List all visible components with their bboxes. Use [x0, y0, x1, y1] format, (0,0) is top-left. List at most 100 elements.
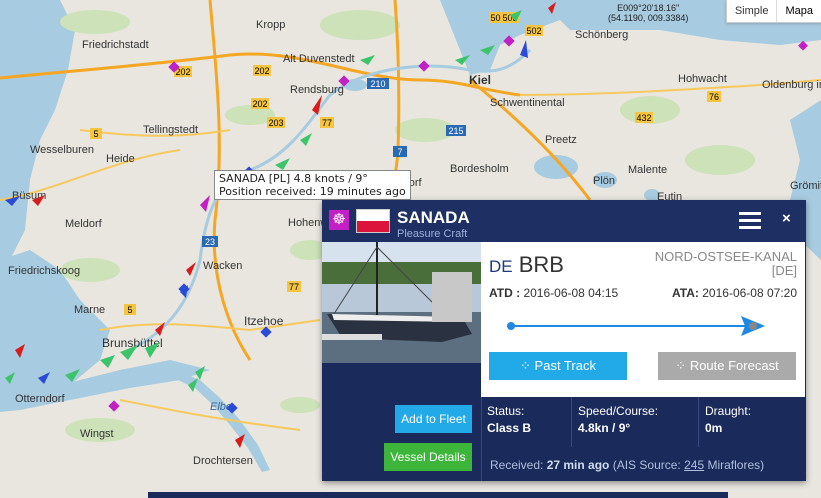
- helm-icon: ☸: [329, 210, 349, 230]
- place-label: Hohwacht: [678, 73, 727, 85]
- place-label: Preetz: [545, 134, 577, 146]
- draught-stat: Draught: 0m: [699, 397, 791, 447]
- destination-dot: [749, 322, 757, 330]
- received-prefix: Received:: [490, 458, 547, 472]
- status-value: Class B: [487, 421, 532, 435]
- ata: ATA: 2016-06-08 07:20: [672, 286, 797, 300]
- menu-icon[interactable]: [739, 212, 761, 230]
- track-icon: ⁘: [675, 358, 690, 373]
- map-type-simple[interactable]: Simple: [727, 0, 777, 22]
- tooltip-title: SANADA [PL] 4.8 knots / 9°: [219, 172, 368, 185]
- place-label: Tellingstedt: [143, 124, 198, 136]
- road-shield: 202: [251, 98, 269, 109]
- place-label: Friedrichskoog: [8, 265, 80, 277]
- road-shield: 23: [202, 236, 218, 247]
- svg-text:502: 502: [526, 26, 541, 36]
- svg-text:215: 215: [448, 126, 463, 136]
- place-label: Kropp: [256, 19, 285, 31]
- past-track-button[interactable]: ⁘ Past Track: [489, 352, 627, 380]
- destination-country: [DE]: [771, 263, 797, 278]
- destination: NORD-OSTSEE-KANAL [DE]: [655, 250, 797, 278]
- tooltip-position: Position received: 19 minutes ago: [219, 185, 406, 198]
- road-shield: 215: [446, 125, 466, 136]
- place-label: Itzehoe: [244, 314, 284, 328]
- place-label: Marne: [74, 304, 105, 316]
- origin-port-code: BRB: [518, 252, 564, 277]
- road-shield: 210: [367, 78, 389, 89]
- place-label: Plön: [593, 175, 615, 187]
- road-shield: 77: [287, 281, 301, 292]
- place-label: Alt Duvenstedt: [283, 53, 355, 65]
- svg-text:7: 7: [397, 147, 402, 157]
- svg-text:203: 203: [268, 118, 283, 128]
- origin-dot: [507, 322, 515, 330]
- bottom-bar: [148, 492, 728, 498]
- place-label: Otterndorf: [15, 393, 65, 405]
- vessel-name[interactable]: SANADA: [397, 208, 470, 228]
- map-type-map[interactable]: Mapa: [776, 0, 821, 22]
- place-label: Kiel: [469, 73, 491, 87]
- place-label: Friedrichstadt: [82, 39, 149, 51]
- received-source-prefix: (AIS Source:: [609, 458, 685, 472]
- road-shield: 5: [124, 304, 136, 315]
- place-label: Drochtersen: [193, 455, 253, 467]
- svg-text:5: 5: [93, 129, 98, 139]
- svg-text:77: 77: [322, 118, 332, 128]
- svg-text:23: 23: [205, 237, 215, 247]
- status-label: Status:: [487, 404, 525, 418]
- atd-label: ATD :: [489, 286, 521, 300]
- place-label: Wacken: [203, 260, 242, 272]
- map-type-switcher: Simple Mapa: [725, 0, 821, 23]
- road-shield: 5: [90, 128, 102, 139]
- close-icon[interactable]: ×: [782, 210, 791, 227]
- atd: ATD : 2016-06-08 04:15: [489, 286, 618, 300]
- road-shield: 202: [253, 65, 271, 76]
- speed-label: Speed/Course:: [578, 404, 659, 418]
- add-to-fleet-button[interactable]: Add to Fleet: [395, 405, 472, 433]
- road-shield: 7: [393, 146, 407, 157]
- road-shield: 502: [525, 25, 543, 36]
- vessel-tooltip: SANADA [PL] 4.8 knots / 9° Position rece…: [214, 170, 411, 200]
- received-info: Received: 27 min ago (AIS Source: 245 Mi…: [490, 458, 764, 472]
- place-label: Schönberg: [575, 29, 628, 41]
- svg-text:76: 76: [709, 92, 719, 102]
- status-stat: Status: Class B: [481, 397, 572, 447]
- speed-value: 4.8kn / 9°: [578, 421, 631, 435]
- svg-text:77: 77: [289, 282, 299, 292]
- place-label: Meldorf: [65, 218, 103, 230]
- received-value: 27 min ago: [546, 458, 610, 472]
- place-label: Grömitz: [790, 180, 821, 192]
- svg-text:202: 202: [254, 66, 269, 76]
- track-icon: ⁘: [520, 358, 535, 373]
- draught-label: Draught:: [705, 404, 752, 418]
- flag-icon: [356, 209, 390, 233]
- svg-text:5: 5: [127, 305, 132, 315]
- svg-text:432: 432: [636, 113, 651, 123]
- route-forecast-label: Route Forecast: [689, 358, 779, 373]
- vessel-type: Pleasure Craft: [397, 228, 468, 240]
- vessel-stats: Status: Class B Speed/Course: 4.8kn / 9°…: [481, 397, 805, 447]
- place-label: Wesselburen: [30, 144, 94, 156]
- received-source-suffix: Miraflores): [704, 458, 765, 472]
- svg-text:202: 202: [252, 99, 267, 109]
- ata-value: 2016-06-08 07:20: [702, 286, 797, 300]
- coord-dms: E009°20'18.16": [617, 3, 680, 13]
- road-shield: 203: [267, 117, 285, 128]
- place-label: Oldenburg in Holstein: [762, 79, 821, 91]
- vessel-popup: ☸ SANADA Pleasure Craft × DE BRB NORD-OS…: [322, 200, 806, 481]
- vessel-photo[interactable]: [322, 242, 481, 363]
- ais-source-link[interactable]: 245: [684, 458, 704, 472]
- place-label: Rendsburg: [290, 84, 344, 96]
- vessel-details-button[interactable]: Vessel Details: [384, 443, 472, 471]
- route-forecast-button[interactable]: ⁘ Route Forecast: [658, 352, 796, 380]
- draught-value: 0m: [705, 421, 723, 435]
- voyage-info: DE BRB NORD-OSTSEE-KANAL [DE] ATD : 2016…: [481, 242, 805, 397]
- svg-text:210: 210: [370, 79, 385, 89]
- road-shield: 432: [635, 112, 653, 123]
- past-track-label: Past Track: [534, 358, 596, 373]
- place-label: Heide: [106, 153, 135, 165]
- place-label: Schwentinental: [490, 97, 565, 109]
- place-label: Malente: [628, 164, 667, 176]
- road-shield: 76: [707, 91, 721, 102]
- coord-decimal: (54.1190, 009.3384): [608, 13, 689, 23]
